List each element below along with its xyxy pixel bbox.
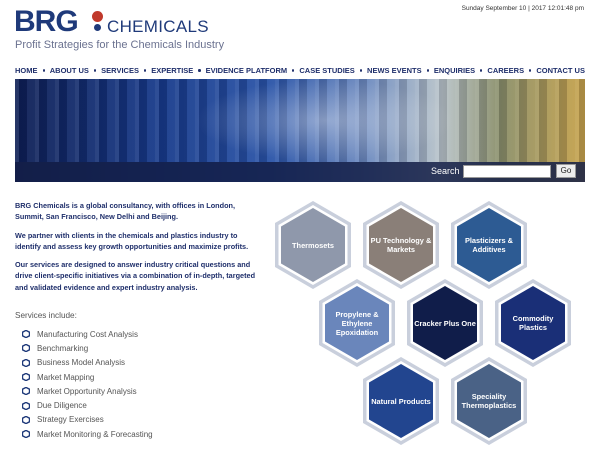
nav-enquiries[interactable]: ENQUIRIES xyxy=(434,66,475,75)
service-item: Market Mapping xyxy=(22,370,153,384)
hex-label: Propylene & Ethylene Epoxidation xyxy=(335,309,379,337)
nav-expertise[interactable]: EXPERTISE xyxy=(151,66,193,75)
services-heading: Services include: xyxy=(15,311,77,320)
nav-about-us[interactable]: ABOUT US xyxy=(50,66,89,75)
hex-speciality-thermoplastics[interactable]: Speciality Thermoplastics xyxy=(450,356,528,446)
service-item: Strategy Exercises xyxy=(22,413,153,427)
logo-brg-text: BRG xyxy=(14,5,79,38)
hex-pu-technology-markets[interactable]: PU Technology & Markets xyxy=(362,200,440,290)
service-item-label: Strategy Exercises xyxy=(37,415,104,425)
hexagon-bullet-icon xyxy=(22,387,30,396)
hex-plasticizers-additives[interactable]: Plasticizers & Additives xyxy=(450,200,528,290)
logo-chemicals-text: CHEMICALS xyxy=(107,17,209,36)
hexagon-bullet-icon xyxy=(22,373,30,382)
nav-news-events[interactable]: NEWS EVENTS xyxy=(367,66,422,75)
service-item: Market Opportunity Analysis xyxy=(22,384,153,398)
service-item-label: Due Diligence xyxy=(37,401,87,411)
nav-home[interactable]: HOME xyxy=(15,66,38,75)
hexagon-bullet-icon xyxy=(22,430,30,439)
logo-red-dot-icon xyxy=(92,11,103,22)
nav-separator-dot-icon xyxy=(143,68,147,72)
hex-label: Speciality Thermoplastics xyxy=(461,392,517,410)
service-item-label: Market Mapping xyxy=(37,372,95,382)
hex-label: Natural Products xyxy=(371,396,431,406)
nav-separator-dot-icon xyxy=(292,68,295,72)
nav-separator-dot-icon xyxy=(93,68,97,72)
search-input[interactable] xyxy=(463,165,551,178)
service-item-label: Market Opportunity Analysis xyxy=(37,386,137,396)
hexagon-bullet-icon xyxy=(22,415,30,424)
hex-label: Plasticizers & Additives xyxy=(464,236,514,254)
hero-banner: Search Go xyxy=(15,79,585,182)
sector-hexagon-grid: Thermosets PU Technology & Markets Plastic… xyxy=(270,200,585,446)
hexagon-bullet-icon xyxy=(22,401,30,410)
search-go-button[interactable]: Go xyxy=(556,164,576,178)
nav-evidence-platform[interactable]: EVIDENCE PLATFORM xyxy=(206,66,288,75)
service-item-label: Benchmarking xyxy=(37,343,89,353)
brg-chemicals-logo[interactable]: BRG CHEMICALS Profit Strategies for the … xyxy=(14,5,274,53)
nav-separator-dot-icon xyxy=(359,68,363,72)
hex-label: Thermosets xyxy=(292,240,334,250)
search-label: Search xyxy=(431,166,460,176)
nav-careers[interactable]: CAREERS xyxy=(487,66,524,75)
hex-commodity-plastics[interactable]: Commodity Plastics xyxy=(494,278,572,368)
nav-separator-dot-icon xyxy=(426,68,429,72)
hexagon-bullet-icon xyxy=(22,358,30,367)
service-item: Benchmarking xyxy=(22,341,153,355)
banner-light xyxy=(195,79,455,162)
nav-contact-us[interactable]: CONTACT US xyxy=(536,66,585,75)
current-datetime: Sunday September 10 | 2017 12:01:48 pm xyxy=(461,5,584,12)
nav-separator-dot-icon xyxy=(529,68,532,72)
nav-separator-dot-icon xyxy=(42,68,45,72)
service-item: Manufacturing Cost Analysis xyxy=(22,327,153,341)
logo-tagline: Profit Strategies for the Chemicals Indu… xyxy=(15,39,225,51)
intro-paragraph: BRG Chemicals is a global consultancy, w… xyxy=(15,201,236,222)
service-item-label: Market Monitoring & Forecasting xyxy=(37,429,153,439)
hex-label: PU Technology & Markets xyxy=(370,236,432,254)
nav-separator-dot-icon xyxy=(198,68,201,72)
intro-paragraph: We partner with clients in the chemicals… xyxy=(15,230,249,251)
hex-label: Cracker Plus One xyxy=(414,318,476,328)
intro-paragraph: Our services are designed to answer indu… xyxy=(15,260,256,292)
hex-propylene-ethylene-epoxidation[interactable]: Propylene & Ethylene Epoxidation xyxy=(318,278,396,368)
hex-cracker-plus-one[interactable]: Cracker Plus One xyxy=(406,278,484,368)
hex-label: Commodity Plastics xyxy=(512,314,554,332)
search-bar: Search Go xyxy=(15,162,585,182)
service-item-label: Business Model Analysis xyxy=(37,358,126,368)
service-item: Business Model Analysis xyxy=(22,356,153,370)
service-item-label: Manufacturing Cost Analysis xyxy=(37,329,138,339)
main-navigation: HOME ABOUT US SERVICES EXPERTISE EVIDENCE PL… xyxy=(15,64,585,76)
hex-thermosets[interactable]: Thermosets xyxy=(274,200,352,290)
hexagon-bullet-icon xyxy=(22,344,30,353)
service-item: Market Monitoring & Forecasting xyxy=(22,427,153,441)
nav-separator-dot-icon xyxy=(480,68,483,72)
nav-case-studies[interactable]: CASE STUDIES xyxy=(299,66,354,75)
hex-natural-products[interactable]: Natural Products xyxy=(362,356,440,446)
service-item: Due Diligence xyxy=(22,398,153,412)
nav-services[interactable]: SERVICES xyxy=(101,66,139,75)
logo-blue-dot-icon xyxy=(94,24,101,31)
hexagon-bullet-icon xyxy=(22,330,30,339)
services-list: Manufacturing Cost Analysis Benchmarking B… xyxy=(22,327,153,441)
intro-text: BRG Chemicals is a global consultancy, w… xyxy=(15,200,260,300)
